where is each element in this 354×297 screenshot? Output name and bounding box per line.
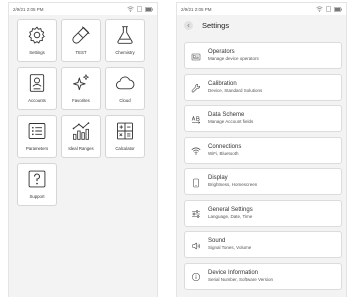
setting-data-scheme[interactable]: Data Scheme Manage Account fields (184, 105, 342, 132)
wrench-icon (191, 83, 201, 93)
status-icons (316, 6, 342, 12)
tile-cloud[interactable]: Cloud (105, 67, 145, 110)
setting-subtitle: WiFi, Bluetooth (208, 150, 239, 156)
chart-icon (72, 122, 90, 140)
tile-support[interactable]: Support (17, 163, 57, 206)
tile-chemistry[interactable]: Chemistry (105, 19, 145, 62)
tile-calculator[interactable]: Calculator (105, 115, 145, 158)
setting-title: Display (208, 175, 228, 181)
setting-general[interactable]: General Settings Language, Date, Time (184, 199, 342, 227)
cloud-icon (116, 76, 135, 90)
tile-test[interactable]: TEST (61, 19, 101, 62)
wifi-icon (191, 147, 201, 155)
phone-icon (193, 178, 199, 187)
sliders-icon (192, 210, 200, 218)
tile-label: Parameters (25, 146, 49, 151)
bluetooth-status-icon (137, 6, 142, 12)
list-icon (28, 123, 46, 139)
chevron-left-icon (187, 23, 190, 27)
account-card-icon (29, 74, 45, 92)
sparkle-icon (73, 74, 89, 91)
wifi-status-icon (127, 6, 134, 12)
gear-icon (28, 26, 45, 44)
setting-subtitle: Brightness, Homescreen (208, 182, 258, 187)
setting-subtitle: Language, Date, Time (208, 213, 253, 219)
test-tube-icon (72, 26, 90, 44)
app-grid: Settings TEST Chemistry Accounts Favorit… (17, 19, 145, 206)
setting-title: Calibration (208, 80, 237, 87)
settings-screen: 2/9/21 2:05 PM Settings Operators Manage… (176, 2, 347, 297)
setting-operators[interactable]: Operators Manage device operators (184, 42, 342, 69)
status-bar: 2/9/21 2:05 PM (177, 3, 346, 15)
setting-calibration[interactable]: Calibration Device, Standard Solutions (184, 73, 342, 101)
flask-icon (117, 26, 133, 44)
status-bar: 2/9/21 2:05 PM (9, 3, 157, 15)
tile-label: Settings (29, 50, 45, 55)
status-time: 2/9/21 2:05 PM (181, 6, 212, 12)
setting-title: Sound (208, 238, 226, 244)
tile-favorites[interactable]: Favorites (61, 67, 101, 110)
setting-connections[interactable]: Connections WiFi, Bluetooth (184, 136, 342, 164)
setting-display[interactable]: Display Brightness, Homescreen (184, 168, 342, 195)
setting-title: Connections (208, 143, 242, 150)
setting-subtitle: Device, Standard Solutions (208, 87, 263, 93)
speaker-icon (192, 242, 200, 249)
setting-title: General Settings (208, 206, 253, 213)
setting-subtitle: Serial Number, Software Version (208, 276, 274, 282)
tile-accounts[interactable]: Accounts (17, 67, 57, 110)
tile-ideal-ranges[interactable]: Ideal Ranges (61, 115, 101, 158)
tile-label: Ideal Ranges (68, 146, 94, 151)
battery-icon (334, 6, 342, 12)
tile-label: Chemistry (115, 50, 135, 55)
calculator-icon (117, 122, 133, 140)
bluetooth-status-icon (326, 6, 331, 12)
text-format-icon (191, 115, 201, 124)
setting-subtitle: Manage device operators (208, 56, 259, 61)
tile-label: TEST (75, 50, 87, 55)
setting-subtitle: Signal Tones, Volume (208, 245, 252, 250)
setting-device-information[interactable]: Device Information Serial Number, Softwa… (184, 262, 342, 290)
status-icons (127, 6, 153, 12)
tile-settings[interactable]: Settings (17, 19, 57, 62)
setting-title: Device Information (208, 269, 259, 276)
question-icon (28, 170, 46, 188)
tile-label: Support (29, 194, 45, 199)
info-icon (191, 272, 201, 282)
tile-parameters[interactable]: Parameters (17, 115, 57, 158)
settings-list: Operators Manage device operators Calibr… (184, 42, 342, 294)
setting-title: Data Scheme (208, 112, 245, 118)
battery-icon (145, 6, 153, 12)
tile-label: Favorites (72, 98, 90, 103)
back-button[interactable] (184, 20, 193, 30)
tile-label: Calculator (115, 146, 135, 151)
tile-label: Accounts (28, 98, 46, 103)
status-time: 2/9/21 2:05 PM (13, 6, 44, 12)
page-title: Settings (202, 20, 230, 30)
operator-badge-icon (191, 53, 201, 60)
setting-sound[interactable]: Sound Signal Tones, Volume (184, 231, 342, 258)
setting-title: Operators (208, 49, 235, 55)
wifi-status-icon (316, 6, 323, 12)
home-screen: 2/9/21 2:05 PM Settings TEST Chemistry A… (8, 2, 158, 297)
tile-label: Cloud (119, 98, 131, 103)
setting-subtitle: Manage Account fields (208, 119, 254, 124)
settings-header: Settings (177, 15, 346, 35)
